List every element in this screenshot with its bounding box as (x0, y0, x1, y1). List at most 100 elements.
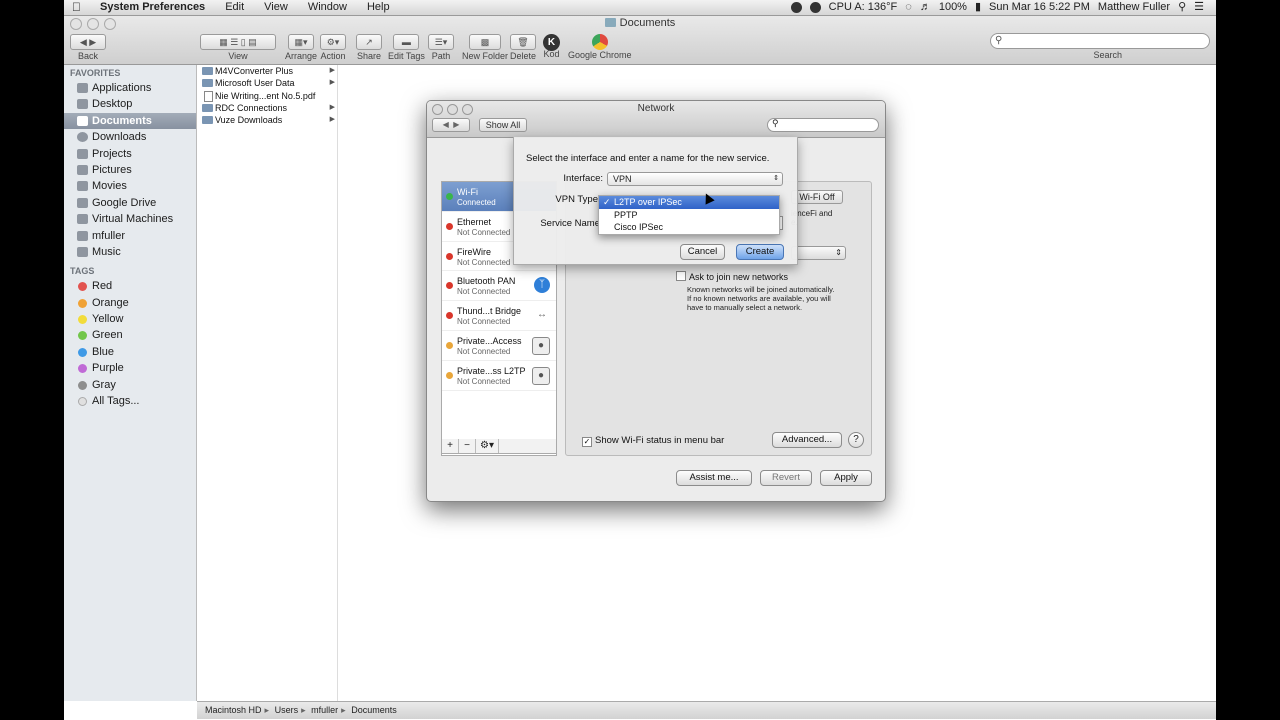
view-control[interactable]: ▦ ☰ ▯ ▤ View (200, 34, 276, 61)
menu-help[interactable]: Help (367, 0, 390, 15)
search-field[interactable]: ⚲ (990, 33, 1210, 49)
pref-back-forward[interactable]: ◀ ▶ (432, 118, 470, 132)
gear-icon: ⚙▾ (320, 34, 346, 50)
service-thunderbolt-bridge[interactable]: Thund...t Bridge Not Connected ↔ (442, 301, 556, 331)
status-icon-1[interactable] (790, 2, 802, 13)
wifi-off-button[interactable]: Wi-Fi Off (791, 190, 843, 204)
service-private-access[interactable]: Private...Access Not Connected ● (442, 331, 556, 361)
sidebar-tag-green[interactable]: Green (64, 327, 196, 343)
sidebar-item-projects[interactable]: Projects (64, 146, 196, 162)
service-gear-icon[interactable]: ⚙▾ (476, 439, 499, 453)
sidebar-tag-purple[interactable]: Purple (64, 360, 196, 376)
path-bar: Macintosh HD ▸ Users ▸ mfuller ▸ Documents (197, 701, 1216, 719)
tag-icon: ▬ (393, 34, 420, 50)
new-folder-button[interactable]: ▩ New Folder (462, 34, 508, 61)
search-icon: ⚲ (772, 118, 779, 128)
notification-center-icon[interactable]: ☰ (1194, 0, 1204, 15)
status-icon-2[interactable] (809, 2, 821, 13)
edit-tags-button[interactable]: ▬ Edit Tags (388, 34, 425, 61)
list-item[interactable]: M4VConverter Plus ▶ (197, 65, 337, 77)
battery-icon[interactable]: ▮ (975, 0, 981, 15)
path-button[interactable]: ☰▾ Path (428, 34, 454, 61)
remove-service-button[interactable]: − (459, 439, 476, 453)
list-item[interactable]: Microsoft User Data ▶ (197, 77, 337, 89)
action-label: Action (320, 51, 346, 61)
user-name[interactable]: Matthew Fuller (1098, 0, 1170, 15)
path-separator-icon: ▸ (301, 705, 306, 715)
sidebar-item-documents[interactable]: Documents (64, 112, 196, 130)
back-forward-control[interactable]: ◀ ▶ Back (70, 34, 106, 61)
sidebar-item-downloads[interactable]: Downloads (64, 129, 196, 145)
advanced-button[interactable]: Advanced... (772, 432, 842, 448)
sidebar-tag-yellow[interactable]: Yellow (64, 311, 196, 327)
clock[interactable]: Sun Mar 16 5:22 PM (989, 0, 1090, 15)
pdf-icon (204, 90, 213, 102)
sidebar-item-pictures[interactable]: Pictures (64, 162, 196, 178)
path-item-disk[interactable]: Macintosh HD (205, 705, 262, 715)
sidebar-item-virtual-machines[interactable]: Virtual Machines (64, 211, 196, 227)
checkbox-icon (676, 271, 686, 281)
apply-button[interactable]: Apply (820, 470, 872, 486)
menu-window[interactable]: Window (308, 0, 347, 15)
cancel-button[interactable]: Cancel (680, 244, 725, 260)
delete-button[interactable]: 🗑 Delete (510, 34, 536, 61)
music-icon (77, 246, 88, 257)
chrome-app-button[interactable]: Google Chrome (568, 34, 632, 60)
sidebar-item-movies[interactable]: Movies (64, 178, 196, 194)
sidebar-item-desktop[interactable]: Desktop (64, 96, 196, 112)
create-button[interactable]: Create (736, 244, 784, 260)
ask-join-checkbox[interactable]: Ask to join new networks (676, 271, 788, 282)
path-item-documents[interactable]: Documents (351, 705, 397, 715)
list-item[interactable]: Vuze Downloads ▶ (197, 114, 337, 126)
pref-search-field[interactable]: ⚲ (767, 118, 879, 132)
battery-percent[interactable]: 100% (939, 0, 967, 15)
sidebar-label: Gray (92, 378, 116, 391)
spotlight-icon[interactable]: ⚲ (1178, 0, 1186, 15)
interface-popup[interactable]: VPN ⇕ (607, 172, 783, 186)
share-label: Share (356, 51, 382, 61)
sidebar-tag-all[interactable]: All Tags... (64, 393, 196, 409)
service-name: Private...ss L2TP (457, 365, 526, 376)
cpu-temp[interactable]: CPU A: 136°F (829, 0, 898, 15)
wifi-menu-icon[interactable]: ◌ (905, 0, 912, 15)
assist-me-button[interactable]: Assist me... (676, 470, 752, 486)
network-titlebar: Network ◀ ▶ Show All ⚲ (427, 101, 885, 138)
sidebar-tag-blue[interactable]: Blue (64, 344, 196, 360)
path-item-users[interactable]: Users (275, 705, 299, 715)
sidebar-label: Purple (92, 362, 124, 375)
service-private-l2tp[interactable]: Private...ss L2TP Not Connected ● (442, 361, 556, 391)
show-wifi-status-checkbox[interactable]: ✓ Show Wi-Fi status in menu bar (582, 435, 724, 447)
service-bluetooth-pan[interactable]: Bluetooth PAN Not Connected ᛉ (442, 271, 556, 302)
kod-app-button[interactable]: K Kod (543, 34, 560, 59)
column-divider[interactable] (337, 65, 338, 701)
sidebar-tag-red[interactable]: Red (64, 278, 196, 294)
action-button[interactable]: ⚙▾ Action (320, 34, 346, 61)
sidebar-item-applications[interactable]: Applications (64, 80, 196, 96)
list-item[interactable]: RDC Connections ▶ (197, 102, 337, 114)
sidebar-item-mfuller[interactable]: mfuller (64, 228, 196, 244)
vpn-option-pptp[interactable]: PPTP (599, 209, 779, 222)
arrange-button[interactable]: ▦▾ Arrange (285, 34, 317, 61)
sidebar-item-google-drive[interactable]: Google Drive (64, 195, 196, 211)
vpn-option-l2tp[interactable]: ✓ L2TP over IPSec (599, 196, 779, 209)
menu-edit[interactable]: Edit (225, 0, 244, 15)
share-button[interactable]: ↗ Share (356, 34, 382, 61)
status-dot-icon (446, 222, 453, 230)
list-item[interactable]: Nie Writing...ent No.5.pdf (197, 90, 337, 102)
show-all-button[interactable]: Show All (479, 118, 527, 132)
apple-menu-icon[interactable]:  (72, 0, 81, 15)
sidebar-tag-orange[interactable]: Orange (64, 295, 196, 311)
volume-icon[interactable]: ♬ (920, 0, 931, 15)
menu-view[interactable]: View (264, 0, 288, 15)
revert-button[interactable]: Revert (760, 470, 812, 486)
menu-app-name[interactable]: System Preferences (100, 0, 205, 15)
network-name-popup[interactable]: ⇕ (791, 246, 846, 260)
sidebar-tag-gray[interactable]: Gray (64, 377, 196, 393)
add-service-button[interactable]: + (442, 439, 459, 453)
tag-dot-icon (78, 331, 87, 341)
disclosure-arrow-icon: ▶ (329, 67, 335, 74)
path-item-home[interactable]: mfuller (311, 705, 338, 715)
sidebar-item-music[interactable]: Music (64, 244, 196, 260)
vpn-option-cisco-ipsec[interactable]: Cisco IPSec (599, 221, 779, 234)
help-button[interactable]: ? (848, 432, 864, 448)
